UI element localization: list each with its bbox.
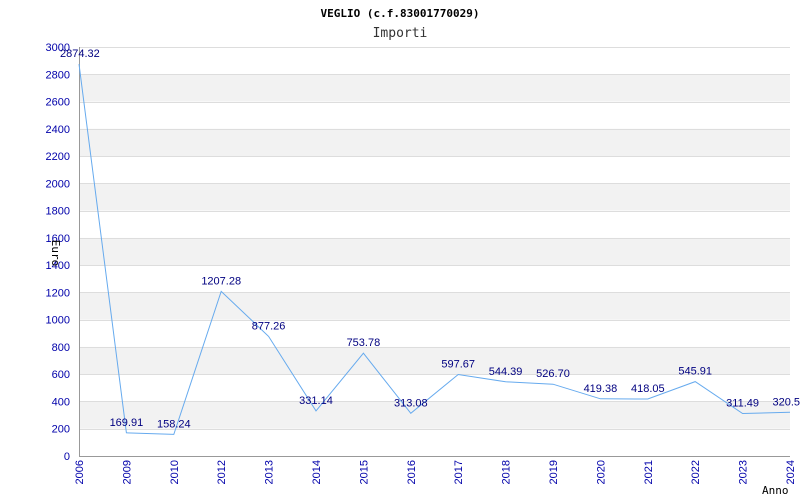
y-tick-label: 200 [52, 424, 70, 436]
data-label: 753.78 [347, 337, 381, 349]
x-tick-label: 2012 [216, 460, 228, 484]
x-tick-label: 2014 [311, 460, 323, 484]
chart-title: VEGLIO (c.f.83001770029) [321, 7, 480, 20]
data-label: 331.14 [299, 395, 333, 407]
x-tick-label: 2013 [264, 460, 276, 484]
chart-subtitle: Importi [373, 26, 428, 41]
y-tick-label: 1000 [46, 315, 70, 327]
x-tick-label: 2018 [501, 460, 513, 484]
line-chart: VEGLIO (c.f.83001770029) Importi 0 200 400… [46, 7, 800, 497]
data-label: 545.91 [678, 366, 712, 378]
data-label: 544.39 [489, 366, 523, 378]
data-label: 158.24 [157, 418, 191, 430]
x-tick-label: 2021 [643, 460, 655, 484]
data-label: 1207.28 [201, 275, 241, 287]
x-tick-labels: 2006 2009 2010 2012 2013 2014 2015 2016 2017 2018… [74, 460, 797, 484]
y-tick-label: 2800 [46, 69, 70, 81]
data-label: 419.38 [584, 383, 618, 395]
x-tick-label: 2020 [595, 460, 607, 484]
grid-band [79, 292, 790, 320]
data-label: 597.67 [441, 359, 475, 371]
data-label: 2874.32 [60, 48, 100, 60]
y-tick-label: 0 [64, 451, 70, 463]
x-tick-label: 2009 [121, 460, 133, 484]
x-tick-label: 2010 [169, 460, 181, 484]
x-tick-label: 2019 [548, 460, 560, 484]
data-label: 320.5 [772, 396, 800, 408]
data-label: 877.26 [252, 320, 286, 332]
x-tick-label: 2023 [738, 460, 750, 484]
data-label: 526.70 [536, 368, 570, 380]
y-tick-label: 800 [52, 342, 70, 354]
y-tick-label: 400 [52, 396, 70, 408]
data-label: 418.05 [631, 383, 665, 395]
grid-band [79, 128, 790, 157]
y-tick-label: 2000 [46, 178, 70, 190]
data-label: 311.49 [726, 398, 759, 410]
x-tick-label: 2024 [785, 460, 797, 484]
x-tick-label: 2017 [453, 460, 465, 484]
x-axis-label: Anno [762, 484, 789, 497]
x-tick-label: 2015 [358, 460, 370, 484]
x-tick-label: 2006 [74, 460, 86, 484]
y-tick-label: 600 [52, 369, 70, 381]
data-label: 169.91 [110, 417, 144, 429]
data-label: 313.08 [394, 397, 428, 409]
y-tick-label: 1800 [46, 206, 70, 218]
y-tick-label: 2600 [46, 97, 70, 109]
y-tick-label: 2400 [46, 124, 70, 136]
y-tick-label: 2200 [46, 151, 70, 163]
y-tick-label: 1200 [46, 287, 70, 299]
x-tick-label: 2022 [690, 460, 702, 484]
grid-band [79, 183, 790, 211]
grid-band [79, 237, 790, 266]
x-tick-label: 2016 [406, 460, 418, 484]
y-axis-label: Euro [49, 240, 62, 267]
grid-band [79, 74, 790, 102]
